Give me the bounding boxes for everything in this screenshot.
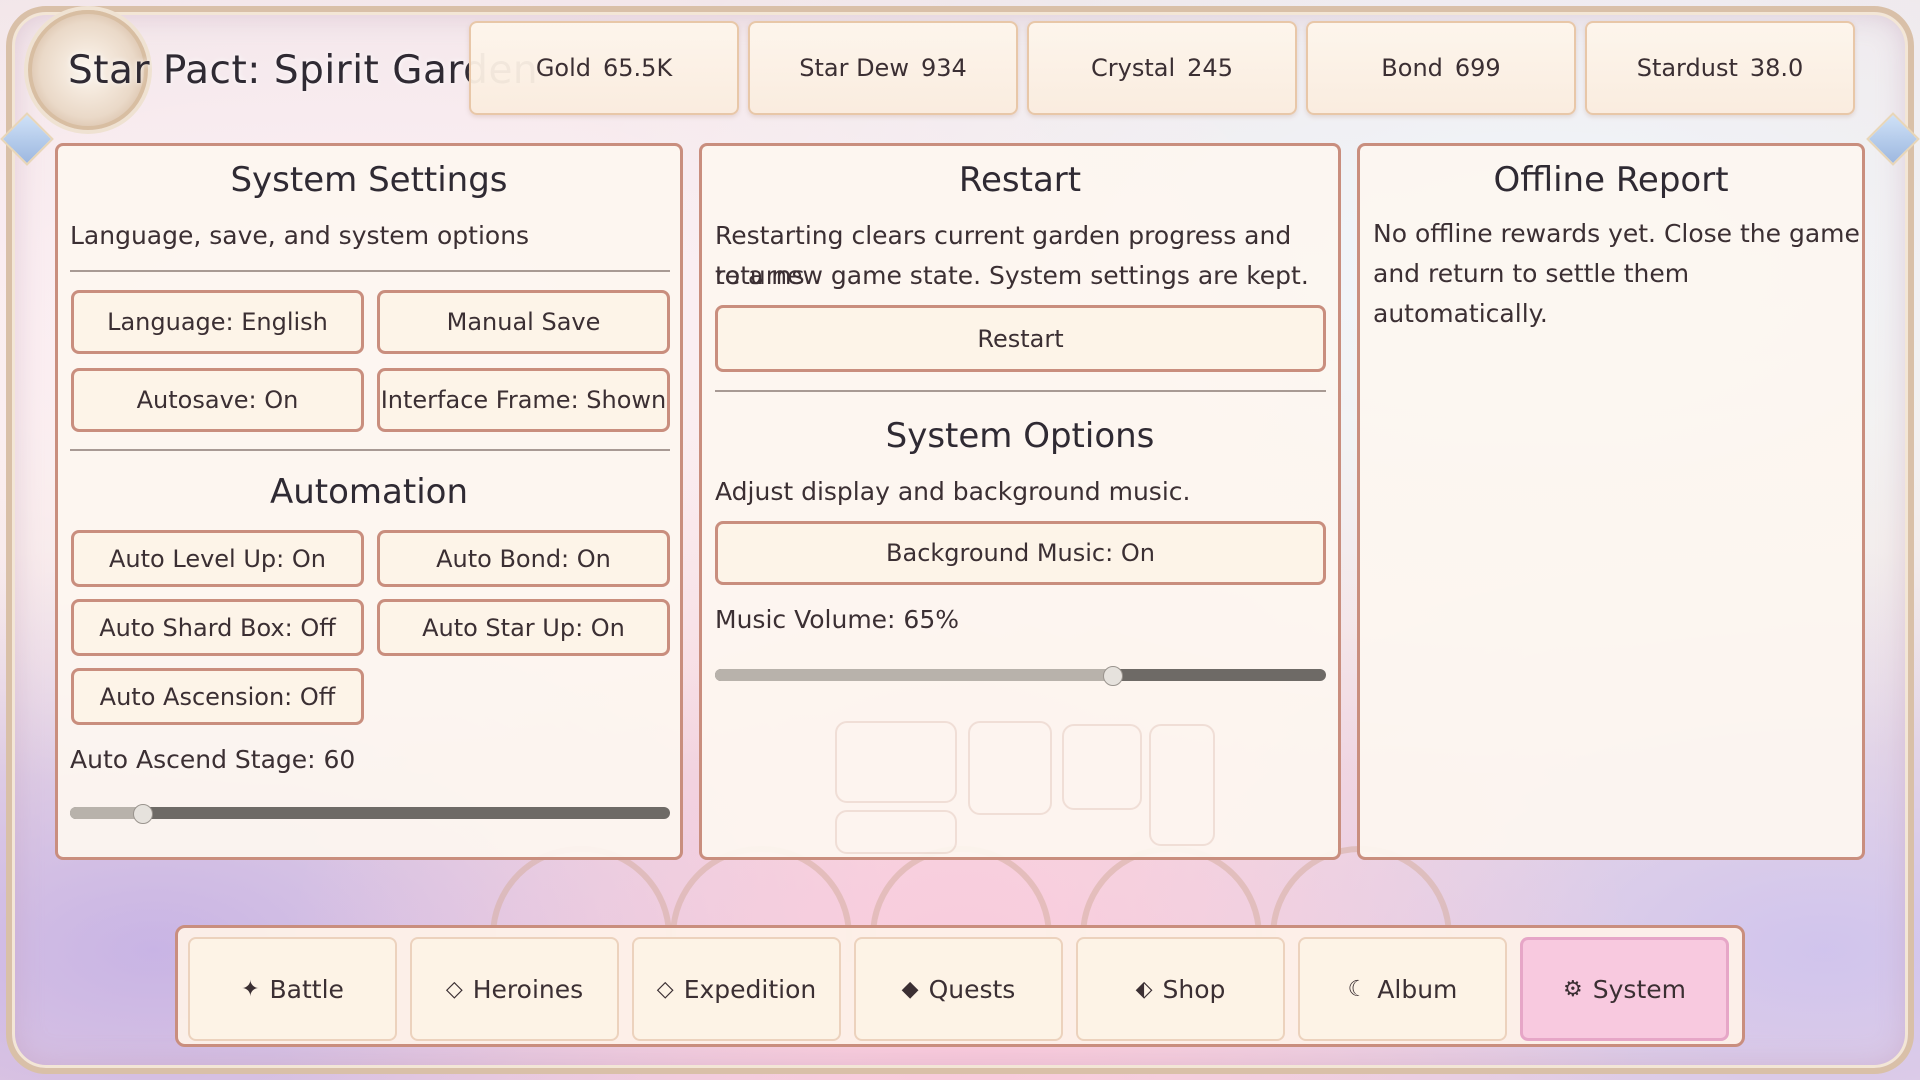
divider [70, 270, 670, 272]
resource-value: 38.0 [1749, 54, 1804, 82]
panel-title: System Settings [230, 160, 508, 200]
moon-icon: ☾ [1347, 976, 1368, 1002]
nav-label: Battle [269, 974, 344, 1004]
manual-save-button[interactable]: Manual Save [377, 290, 670, 354]
panel-subtitle: Language, save, and system options [70, 221, 530, 250]
decorative-sketch [968, 721, 1052, 815]
music-volume-label: Music Volume: 65% [715, 605, 959, 634]
panel-title: Offline Report [1493, 160, 1729, 200]
nav-label: Quests [928, 974, 1016, 1004]
slider-fill [715, 669, 1113, 681]
nav-system[interactable]: ⚙ System [1520, 937, 1729, 1041]
resource-star-dew: Star Dew 934 [748, 21, 1018, 115]
resource-value: 934 [920, 54, 967, 82]
decorative-sketch [835, 721, 957, 803]
system-options-title: System Options [885, 416, 1155, 456]
decorative-sketch [1062, 724, 1142, 810]
resource-value: 65.5K [603, 54, 673, 82]
language-button[interactable]: Language: English [71, 290, 364, 354]
slider-handle[interactable] [1103, 666, 1124, 686]
decorative-sketch [1149, 724, 1215, 846]
auto-ascend-stage-slider[interactable] [70, 804, 670, 824]
restart-panel: Restart Restarting clears current garden… [699, 143, 1341, 860]
sparkle-icon: ✦ [241, 976, 260, 1002]
resource-gold: Gold 65.5K [469, 21, 739, 115]
diamond-outline-icon: ◇ [656, 976, 674, 1002]
nav-shop[interactable]: ⬖ Shop [1076, 937, 1285, 1041]
restart-button[interactable]: Restart [715, 305, 1326, 372]
nav-label: System [1592, 974, 1686, 1004]
slider-fill [70, 807, 142, 819]
half-diamond-icon: ⬖ [1135, 976, 1153, 1002]
nav-label: Expedition [683, 974, 817, 1004]
nav-album[interactable]: ☾ Album [1298, 937, 1507, 1041]
auto-level-up-toggle[interactable]: Auto Level Up: On [71, 530, 364, 587]
nav-label: Heroines [472, 974, 584, 1004]
auto-shard-box-toggle[interactable]: Auto Shard Box: Off [71, 599, 364, 656]
divider [715, 390, 1326, 392]
slider-handle[interactable] [133, 804, 153, 824]
nav-label: Album [1377, 974, 1458, 1004]
panel-title: Restart [958, 160, 1082, 200]
automation-title: Automation [269, 472, 469, 512]
auto-star-up-toggle[interactable]: Auto Star Up: On [377, 599, 670, 656]
divider [70, 449, 670, 451]
system-settings-panel: System Settings Language, save, and syst… [55, 143, 683, 860]
diamond-outline-icon: ◇ [445, 976, 463, 1002]
bottom-nav: ✦ Battle ◇ Heroines ◇ Expedition ◆ Quest… [175, 925, 1745, 1047]
game-title-emblem: Star Pact: Spirit Garden [28, 10, 538, 130]
resource-bond: Bond 699 [1306, 21, 1576, 115]
gear-icon: ⚙ [1563, 976, 1583, 1002]
auto-ascension-toggle[interactable]: Auto Ascension: Off [71, 668, 364, 725]
decorative-sketch [835, 810, 957, 854]
nav-label: Shop [1162, 974, 1226, 1004]
autosave-toggle[interactable]: Autosave: On [71, 368, 364, 432]
nav-quests[interactable]: ◆ Quests [854, 937, 1063, 1041]
resource-crystal: Crystal 245 [1027, 21, 1297, 115]
resource-label: Crystal [1091, 54, 1176, 82]
offline-report-line2: and return to settle them automatically. [1373, 259, 1690, 328]
resource-stardust: Stardust 38.0 [1585, 21, 1855, 115]
music-volume-slider[interactable] [715, 666, 1326, 686]
nav-heroines[interactable]: ◇ Heroines [410, 937, 619, 1041]
nav-expedition[interactable]: ◇ Expedition [632, 937, 841, 1041]
auto-bond-toggle[interactable]: Auto Bond: On [377, 530, 670, 587]
resource-value: 699 [1454, 54, 1501, 82]
interface-frame-toggle[interactable]: Interface Frame: Shown [377, 368, 670, 432]
resource-label: Star Dew [799, 54, 909, 82]
restart-description-line2: to a new game state. System settings are… [715, 261, 1309, 290]
resource-label: Gold [535, 54, 591, 82]
offline-report-panel: Offline Report No offline rewards yet. C… [1357, 143, 1865, 860]
offline-report-line1: No offline rewards yet. Close the game [1373, 219, 1860, 248]
corner-gem-icon [1866, 112, 1920, 166]
diamond-filled-icon: ◆ [901, 976, 919, 1002]
system-options-subtitle: Adjust display and background music. [715, 477, 1191, 506]
resource-label: Stardust [1636, 54, 1738, 82]
nav-battle[interactable]: ✦ Battle [188, 937, 397, 1041]
game-title: Star Pact: Spirit Garden [68, 48, 539, 93]
resource-value: 245 [1187, 54, 1233, 82]
resource-label: Bond [1381, 54, 1443, 82]
auto-ascend-stage-label: Auto Ascend Stage: 60 [70, 745, 356, 774]
background-music-toggle[interactable]: Background Music: On [715, 521, 1326, 585]
